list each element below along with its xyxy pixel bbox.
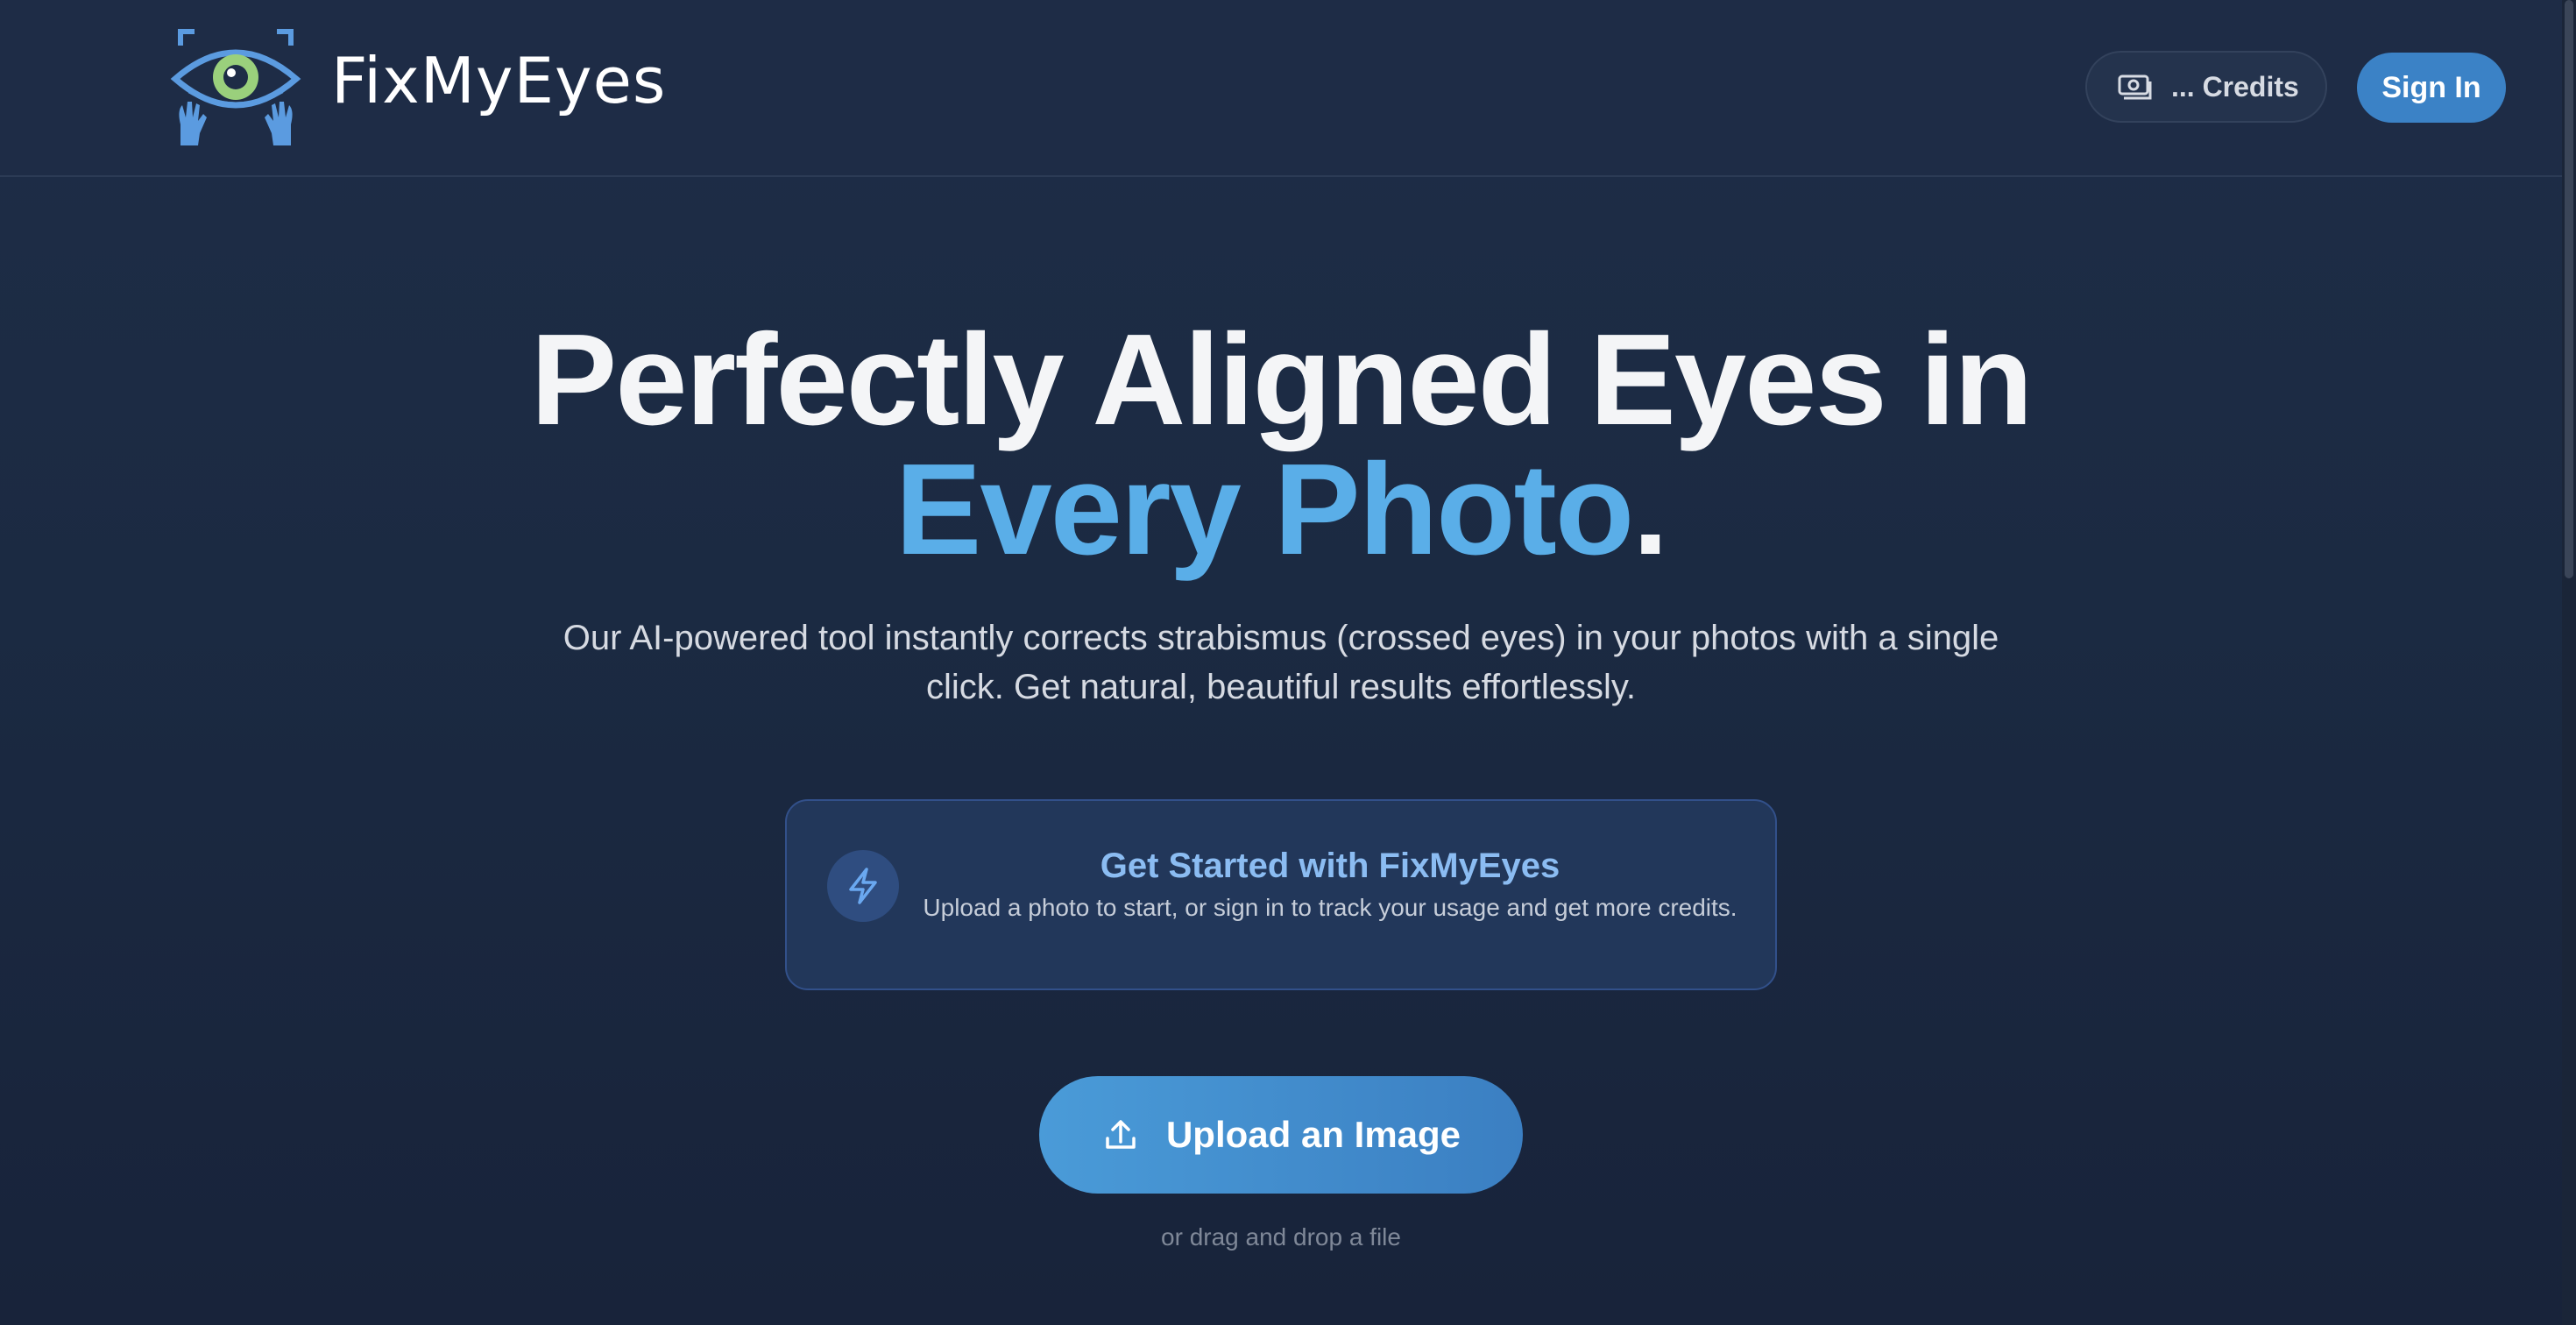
drag-drop-hint: or drag and drop a file xyxy=(1161,1223,1401,1251)
upload-icon xyxy=(1106,1120,1136,1149)
top-navbar: FixMyEyes ... Credits Sign In xyxy=(0,0,2562,177)
hero-headline-accent: Every Photo xyxy=(895,437,1635,582)
camera-credits-icon xyxy=(2118,74,2152,100)
eye-logo-icon[interactable] xyxy=(170,26,301,149)
brand-name[interactable]: FixMyEyes xyxy=(331,44,666,117)
hero-headline-line2: Every Photo. xyxy=(0,445,2562,575)
credits-label: ... Credits xyxy=(2171,70,2299,103)
upload-image-button[interactable]: Upload an Image xyxy=(1039,1076,1523,1194)
sign-in-button[interactable]: Sign In xyxy=(2357,53,2506,123)
page: FixMyEyes ... Credits Sign In Perfectly … xyxy=(0,0,2562,1325)
hero-description: Our AI-powered tool instantly corrects s… xyxy=(563,619,1999,706)
hero-headline-line1: Perfectly Aligned Eyes in xyxy=(530,308,2034,452)
scrollbar-thumb[interactable] xyxy=(2565,0,2573,578)
upload-button-label: Upload an Image xyxy=(1165,1114,1461,1155)
vertical-scrollbar[interactable] xyxy=(2562,0,2576,1325)
card-subtitle: Upload a photo to start, or sign in to t… xyxy=(923,894,1737,921)
credits-button[interactable]: ... Credits xyxy=(2085,51,2327,123)
get-started-card: Get Started with FixMyEyes Upload a phot… xyxy=(785,799,1777,990)
card-title: Get Started with FixMyEyes xyxy=(1100,847,1560,885)
hero-headline-period: . xyxy=(1632,437,1668,582)
lightning-bolt-icon xyxy=(827,850,899,922)
